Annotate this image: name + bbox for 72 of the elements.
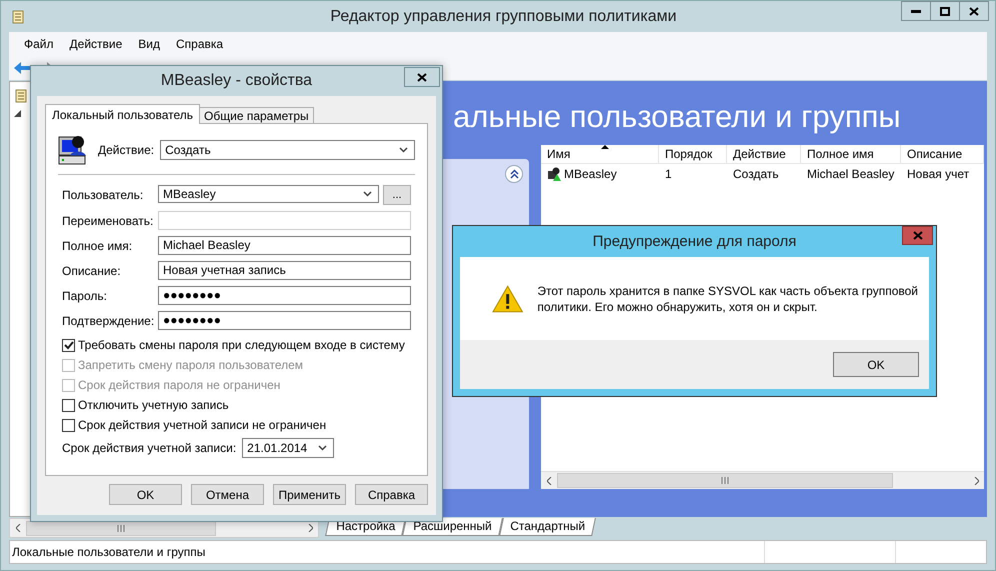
table-cell-text: Michael Beasley — [806, 166, 896, 180]
window-title: Редактор управления групповыми политиками — [329, 8, 678, 26]
back-arrow-icon[interactable] — [13, 60, 31, 74]
caret-icon — [363, 191, 372, 197]
user-icon — [547, 166, 563, 182]
menu-item[interactable]: Вид — [131, 34, 167, 52]
close-button[interactable] — [404, 67, 440, 87]
status-text: Локальные пользователи и группы — [12, 545, 206, 559]
view-tab[interactable]: Стандартный — [498, 518, 596, 536]
ok-button[interactable]: OK — [833, 352, 919, 377]
checkbox[interactable] — [62, 338, 75, 352]
dialog-button[interactable]: Справка — [355, 484, 428, 505]
checkbox-label[interactable]: Требовать смены пароля при следующем входе в систему — [78, 338, 405, 352]
expander-icon[interactable] — [14, 110, 21, 117]
maximize-icon — [940, 6, 950, 16]
field-label: Переименовать: — [62, 214, 154, 228]
input-field[interactable]: Новая учетная запись — [158, 261, 411, 280]
browse-button[interactable]: ... — [383, 185, 411, 205]
column-header[interactable]: Порядок — [659, 145, 727, 163]
section-heading: альные пользователи и группы — [452, 98, 902, 136]
close-icon — [969, 6, 979, 16]
close-icon — [912, 231, 922, 240]
table-cell-text: Новая учет — [906, 166, 970, 180]
minimize-icon — [911, 10, 921, 12]
table-cell[interactable]: MBeasley — [564, 166, 617, 180]
collapse-button[interactable] — [505, 165, 523, 183]
tab[interactable]: Локальный пользователь — [45, 104, 200, 124]
scroll-icon — [14, 88, 28, 104]
table-cell-text: 1 — [664, 166, 673, 180]
date-picker[interactable]: 21.01.2014 — [242, 438, 334, 458]
tab[interactable]: Общие параметры — [199, 107, 314, 124]
action-dropdown[interactable]: Создать — [160, 140, 415, 160]
input-field[interactable]: ●●●●●●●● — [158, 286, 411, 305]
caret-icon — [318, 445, 328, 451]
input-field[interactable]: ●●●●●●●● — [158, 311, 411, 330]
column-header[interactable]: Полное имя — [801, 145, 901, 163]
caret-icon — [399, 147, 408, 153]
field-label: Полное имя: — [62, 238, 134, 252]
checkbox[interactable] — [62, 398, 75, 412]
scroll-icon — [11, 8, 25, 24]
warning-icon — [492, 284, 524, 312]
column-header[interactable]: Имя — [541, 145, 659, 163]
warning-message: Этот пароль хранится в папке SYSVOL как часть объекта групповой политики. Его можно обнаружить, хотя он и скрыт. — [537, 282, 920, 314]
checkbox-label[interactable]: Отключить учетную запись — [78, 398, 229, 412]
dialog-button[interactable]: Отмена — [191, 484, 264, 505]
checkbox-label[interactable]: Срок действия учетной записи не ограничен — [78, 418, 326, 432]
field-label: Срок действия учетной записи: — [62, 441, 236, 455]
user-dropdown[interactable]: MBeasley — [158, 185, 379, 203]
dialog-button[interactable]: OK — [109, 484, 182, 505]
menu-item[interactable]: Файл — [17, 34, 61, 52]
checkbox[interactable] — [62, 418, 75, 432]
collapse-icon — [510, 169, 518, 179]
maximize-button[interactable] — [930, 1, 960, 21]
dialog-title: MBeasley - свойства — [160, 72, 312, 90]
column-header[interactable]: Описание — [901, 145, 984, 163]
field-label: Действие: — [98, 143, 154, 157]
menu-item[interactable]: Справка — [169, 34, 230, 52]
field-label: Пользователь: — [62, 188, 144, 202]
scrollbar-thumb[interactable] — [557, 473, 893, 488]
computer-user-icon — [58, 134, 88, 166]
minimize-button[interactable] — [901, 1, 931, 21]
column-header[interactable]: Действие — [727, 145, 801, 163]
input-field[interactable]: Michael Beasley — [158, 236, 411, 255]
field-label: Подтверждение: — [62, 314, 156, 328]
field-label: Пароль: — [62, 288, 108, 302]
close-button[interactable] — [959, 1, 989, 21]
menu-item[interactable]: Действие — [62, 34, 130, 52]
table-cell-text: Создать — [732, 166, 780, 180]
dialog-title: Предупреждение для пароля — [592, 233, 796, 250]
dialog-button[interactable]: Применить — [273, 484, 346, 505]
field-label: Описание: — [62, 264, 122, 278]
close-icon — [417, 72, 427, 82]
